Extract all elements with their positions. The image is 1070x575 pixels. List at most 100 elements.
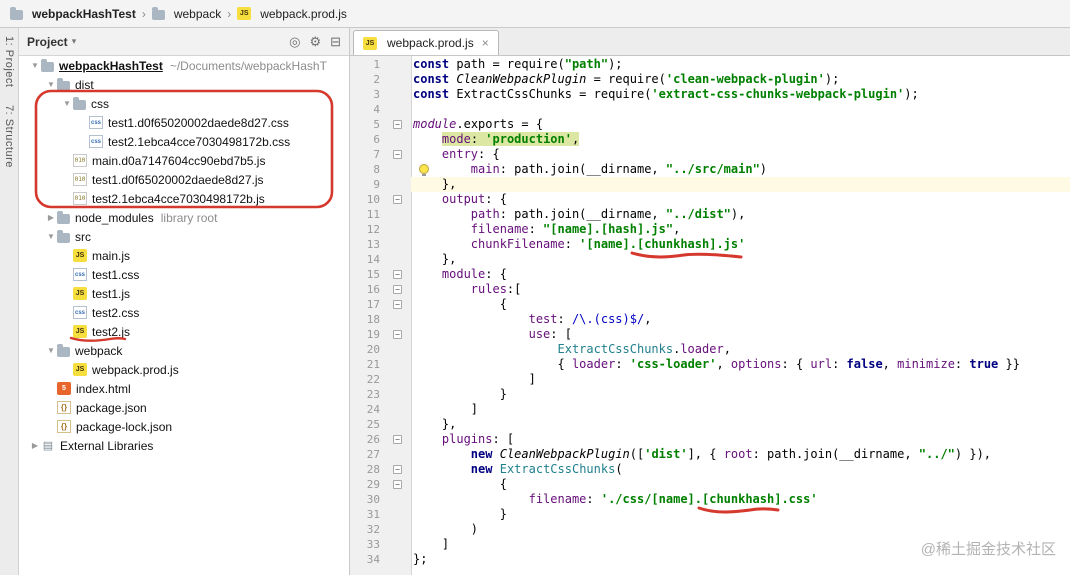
code-line-content[interactable]: },: [411, 177, 1070, 192]
line-number: 2: [373, 73, 380, 86]
chevron-down-icon[interactable]: ▾: [72, 36, 77, 47]
tree-row[interactable]: JS test2.js: [19, 322, 349, 341]
fold-marker-icon[interactable]: −: [393, 195, 402, 204]
code-line-content[interactable]: ]: [411, 402, 1070, 417]
fold-column: [384, 357, 411, 372]
breadcrumb-item[interactable]: webpackHashTest: [10, 6, 136, 21]
tree-row[interactable]: ▼ dist: [19, 75, 349, 94]
breadcrumb-item[interactable]: JS webpack.prod.js: [237, 7, 347, 21]
tree-row[interactable]: JS main.js: [19, 246, 349, 265]
chevron-right-icon[interactable]: ▶: [29, 441, 41, 450]
code-line-content[interactable]: chunkFilename: '[name].[chunkhash].js': [411, 237, 1070, 252]
code-line-content[interactable]: use: [: [411, 327, 1070, 342]
fold-marker-icon[interactable]: −: [393, 270, 402, 279]
breadcrumb-separator-icon: ›: [141, 6, 146, 21]
tree-row-meta: library root: [160, 210, 218, 225]
chevron-down-icon[interactable]: ▼: [61, 99, 73, 108]
chevron-down-icon[interactable]: ▼: [45, 80, 57, 89]
tree-row[interactable]: JS test1.js: [19, 284, 349, 303]
fold-marker-icon[interactable]: −: [393, 300, 402, 309]
code-token: : path.join(__dirname,: [752, 447, 919, 461]
code-line-content[interactable]: module: {: [411, 267, 1070, 282]
tree-row[interactable]: css test1.css: [19, 265, 349, 284]
fold-marker-icon[interactable]: −: [393, 330, 402, 339]
tree-row[interactable]: css test1.d0f65020002daede8d27.css: [19, 113, 349, 132]
tree-row[interactable]: ▼ webpackHashTest ~/Documents/webpackHashT: [19, 56, 349, 75]
fold-marker-icon[interactable]: −: [393, 150, 402, 159]
tool-window-button[interactable]: 7: Structure: [3, 105, 15, 168]
fold-marker-icon[interactable]: −: [393, 480, 402, 489]
settings-icon[interactable]: ⚙: [309, 34, 321, 49]
hide-panel-icon[interactable]: ⊟: [330, 34, 341, 49]
tree-row-label: webpack.prod.js: [92, 362, 179, 377]
chevron-down-icon[interactable]: ▼: [29, 61, 41, 70]
tree-row[interactable]: 010 main.d0a7147604cc90ebd7b5.js: [19, 151, 349, 170]
code-line-content[interactable]: new CleanWebpackPlugin(['dist'], { root:…: [411, 447, 1070, 462]
code-line-content[interactable]: plugins: [: [411, 432, 1070, 447]
chevron-right-icon[interactable]: ▶: [45, 213, 57, 222]
tab-webpack-prod-js[interactable]: JS webpack.prod.js ×: [353, 30, 499, 55]
fold-marker-icon[interactable]: −: [393, 120, 402, 129]
fold-marker-icon[interactable]: −: [393, 285, 402, 294]
code-line-content[interactable]: filename: "[name].[hash].js",: [411, 222, 1070, 237]
breadcrumb-item[interactable]: webpack: [151, 6, 221, 21]
code-line-content[interactable]: module.exports = {: [411, 117, 1070, 132]
tool-window-button[interactable]: 1: Project: [3, 36, 15, 87]
code-line-content[interactable]: {: [411, 477, 1070, 492]
code-line-content[interactable]: main: path.join(__dirname, "../src/main"…: [411, 162, 1070, 177]
code-token: ),: [730, 207, 746, 221]
fold-column: [384, 102, 411, 117]
code-line-content[interactable]: }: [411, 387, 1070, 402]
tree-row[interactable]: ▶ node_modules library root: [19, 208, 349, 227]
intention-bulb-icon[interactable]: [419, 164, 429, 176]
chevron-down-icon[interactable]: ▼: [45, 232, 57, 241]
tree-row[interactable]: ▼ webpack: [19, 341, 349, 360]
code-line-content[interactable]: new ExtractCssChunks(: [411, 462, 1070, 477]
tree-row[interactable]: ▶ ▤ External Libraries: [19, 436, 349, 455]
code-line-content[interactable]: const CleanWebpackPlugin = require('clea…: [411, 72, 1070, 87]
tree-row[interactable]: ▼ css: [19, 94, 349, 113]
code-line-content[interactable]: { loader: 'css-loader', options: { url: …: [411, 357, 1070, 372]
tree-row[interactable]: JS webpack.prod.js: [19, 360, 349, 379]
code-line-content[interactable]: const path = require("path");: [411, 57, 1070, 72]
code-line-content[interactable]: ExtractCssChunks.loader,: [411, 342, 1070, 357]
tree-row[interactable]: 5 index.html: [19, 379, 349, 398]
tree-row[interactable]: 010 test1.d0f65020002daede8d27.js: [19, 170, 349, 189]
code-line-content[interactable]: output: {: [411, 192, 1070, 207]
locate-icon[interactable]: ◎: [289, 34, 300, 49]
tree-row[interactable]: {} package-lock.json: [19, 417, 349, 436]
code-line-content[interactable]: test: /\.(css)$/,: [411, 312, 1070, 327]
close-icon[interactable]: ×: [482, 36, 489, 50]
code-line-content[interactable]: ): [411, 522, 1070, 537]
code-token: ) }),: [954, 447, 992, 461]
code-token: ,: [882, 357, 898, 371]
tree-row[interactable]: {} package.json: [19, 398, 349, 417]
code-line-content[interactable]: [411, 102, 1070, 117]
code-token: }}: [998, 357, 1020, 371]
code-line-content[interactable]: path: path.join(__dirname, "../dist"),: [411, 207, 1070, 222]
code-line-content[interactable]: filename: './css/[name].[chunkhash].css': [411, 492, 1070, 507]
code-line-content[interactable]: ]: [411, 372, 1070, 387]
project-toolbar-icons: ◎ ⚙ ⊟: [280, 34, 341, 50]
code-line-content[interactable]: },: [411, 417, 1070, 432]
fold-marker-icon[interactable]: −: [393, 465, 402, 474]
code-line-content[interactable]: rules:[: [411, 282, 1070, 297]
tree-row[interactable]: 010 test2.1ebca4cce7030498172b.js: [19, 189, 349, 208]
code-line-content[interactable]: {: [411, 297, 1070, 312]
code-line-content[interactable]: mode: 'production',: [411, 132, 1070, 147]
code-line-content[interactable]: }: [411, 507, 1070, 522]
tree-row[interactable]: css test2.css: [19, 303, 349, 322]
tree-row[interactable]: css test2.1ebca4cce7030498172b.css: [19, 132, 349, 151]
code-editor[interactable]: 1 const path = require("path"); 2 const Cle…: [350, 56, 1070, 575]
tree-row[interactable]: ▼ src: [19, 227, 349, 246]
chevron-down-icon[interactable]: ▼: [45, 346, 57, 355]
code-line-content[interactable]: entry: {: [411, 147, 1070, 162]
breadcrumb-label: webpack.prod.js: [260, 6, 347, 21]
code-line-content[interactable]: },: [411, 252, 1070, 267]
code-line: 5− module.exports = {: [350, 117, 1070, 132]
fold-marker-icon[interactable]: −: [393, 435, 402, 444]
code-line-content[interactable]: const ExtractCssChunks = require('extrac…: [411, 87, 1070, 102]
project-toolbar-title[interactable]: Project: [27, 35, 68, 49]
code-line: 25 },: [350, 417, 1070, 432]
